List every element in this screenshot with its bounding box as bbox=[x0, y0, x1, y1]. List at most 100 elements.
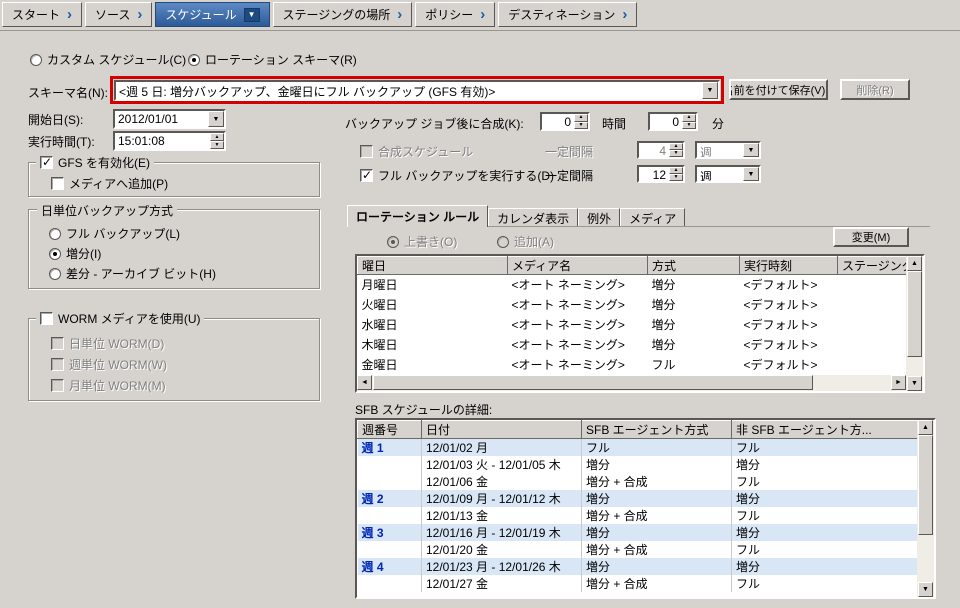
vertical-scrollbar[interactable]: ▲ ▼ bbox=[906, 256, 923, 391]
exec-time-value: 15:01:08 bbox=[115, 133, 210, 149]
start-date-combobox[interactable]: 2012/01/01 ▼ bbox=[113, 109, 226, 129]
full-backup-label: フル バックアップを実行する(D) bbox=[378, 167, 554, 184]
table-row[interactable]: 12/01/13 金増分 + 合成フル bbox=[358, 507, 918, 524]
table-row[interactable]: 週 412/01/23 月 - 12/01/26 木増分増分 bbox=[358, 558, 918, 575]
scroll-down-icon[interactable]: ▼ bbox=[918, 582, 933, 597]
tab-staging-location[interactable]: ステージングの場所 › bbox=[273, 2, 413, 27]
full-backup-checkbox[interactable]: フル バックアップを実行する(D) bbox=[360, 167, 554, 184]
table-row[interactable]: 週 112/01/02 月フルフル bbox=[358, 439, 918, 457]
gfs-enable-checkbox[interactable]: GFS を有効化(E) bbox=[36, 154, 154, 171]
hours-unit-label: 時間 bbox=[602, 115, 626, 132]
checkbox-icon bbox=[40, 156, 53, 169]
scroll-down-icon[interactable]: ▼ bbox=[907, 376, 922, 391]
column-header[interactable]: SFB エージェント方式 bbox=[582, 421, 732, 439]
horizontal-scrollbar[interactable]: ◄ ► bbox=[357, 375, 906, 391]
table-row[interactable]: 水曜日<オート ネーミング>増分<デフォルト> bbox=[358, 315, 907, 335]
schedule-interval-spinner: 4 ▲ ▼ bbox=[637, 141, 685, 159]
append-media-checkbox[interactable]: メディアへ追加(P) bbox=[51, 175, 168, 192]
table-row[interactable]: 火曜日<オート ネーミング>増分<デフォルト> bbox=[358, 295, 907, 315]
table-row[interactable]: 木曜日<オート ネーミング>増分<デフォルト> bbox=[358, 335, 907, 355]
incremental-option-label: 増分(I) bbox=[66, 245, 101, 262]
column-header[interactable]: 非 SFB エージェント方... bbox=[732, 421, 918, 439]
dropdown-arrow-icon[interactable]: ▼ bbox=[743, 167, 759, 181]
full-interval-unit-combobox[interactable]: 週 ▼ bbox=[695, 165, 761, 183]
radio-icon bbox=[49, 248, 61, 260]
spin-down-icon[interactable]: ▼ bbox=[574, 122, 588, 130]
tab-destination[interactable]: デスティネーション › bbox=[498, 2, 637, 27]
tab-media[interactable]: メディア bbox=[620, 208, 685, 227]
rotation-schema-radio[interactable]: ローテーション スキーマ(R) bbox=[188, 51, 357, 68]
full-backup-radio[interactable]: フル バックアップ(L) bbox=[49, 225, 180, 242]
tab-calendar-view[interactable]: カレンダ表示 bbox=[488, 208, 578, 227]
spin-up-icon[interactable]: ▲ bbox=[210, 133, 224, 141]
spin-up-icon[interactable]: ▲ bbox=[574, 114, 588, 122]
column-header[interactable]: 実行時刻 bbox=[740, 257, 838, 275]
tab-label: スタート bbox=[12, 6, 60, 23]
spin-down-icon[interactable]: ▼ bbox=[210, 141, 224, 149]
tab-source[interactable]: ソース › bbox=[85, 2, 152, 27]
scrollbar-thumb[interactable] bbox=[918, 435, 933, 535]
synthesis-schedule-checkbox: 合成スケジュール bbox=[360, 143, 473, 160]
table-row[interactable]: 12/01/06 金増分 + 合成フル bbox=[358, 473, 918, 490]
rotation-rules-list: 曜日 メディア名 方式 実行時刻 ステージング 月曜日<オート ネーミング>増分… bbox=[355, 254, 925, 393]
scroll-up-icon[interactable]: ▲ bbox=[918, 420, 933, 435]
column-header[interactable]: 日付 bbox=[422, 421, 582, 439]
worm-use-checkbox[interactable]: WORM メディアを使用(U) bbox=[36, 310, 204, 327]
dropdown-arrow-icon[interactable]: ▼ bbox=[702, 82, 718, 99]
scrollbar-thumb[interactable] bbox=[907, 271, 922, 357]
scrollbar-thumb[interactable] bbox=[373, 375, 813, 390]
overwrite-radio: 上書き(O) bbox=[387, 233, 457, 250]
table-row[interactable]: 12/01/20 金増分 + 合成フル bbox=[358, 541, 918, 558]
tab-rotation-rules[interactable]: ローテーション ルール bbox=[347, 205, 488, 227]
tab-exceptions[interactable]: 例外 bbox=[578, 208, 620, 227]
scroll-right-icon[interactable]: ► bbox=[891, 375, 906, 390]
spin-up-icon[interactable]: ▲ bbox=[682, 114, 696, 122]
change-button[interactable]: 変更(M) bbox=[833, 227, 909, 247]
exec-time-spinner[interactable]: 15:01:08 ▲ ▼ bbox=[113, 131, 226, 151]
differential-radio[interactable]: 差分 - アーカイブ ビット(H) bbox=[49, 265, 216, 282]
incremental-radio[interactable]: 増分(I) bbox=[49, 245, 101, 262]
column-header[interactable]: 方式 bbox=[648, 257, 740, 275]
tab-label: ポリシー bbox=[425, 6, 473, 23]
schema-name-combobox[interactable]: <週 5 日: 増分バックアップ、金曜日にフル バックアップ (GFS 有効)>… bbox=[114, 80, 720, 101]
vertical-scrollbar[interactable]: ▲ ▼ bbox=[917, 420, 934, 597]
spin-down-icon[interactable]: ▼ bbox=[669, 174, 683, 181]
spin-down-icon[interactable]: ▼ bbox=[682, 122, 696, 130]
table-row[interactable]: 週 312/01/16 月 - 12/01/19 木増分増分 bbox=[358, 524, 918, 541]
synthesize-hours-spinner[interactable]: 0 ▲ ▼ bbox=[540, 112, 590, 131]
table-row[interactable]: 月曜日<オート ネーミング>増分<デフォルト> bbox=[358, 275, 907, 295]
schedule-interval-unit: 週 bbox=[697, 143, 743, 157]
scroll-up-icon[interactable]: ▲ bbox=[907, 256, 922, 271]
worm-daily-label: 日単位 WORM(D) bbox=[69, 335, 164, 352]
worm-group: WORM メディアを使用(U) 日単位 WORM(D) 週単位 WORM(W) … bbox=[28, 318, 320, 401]
synthesize-after-job-label: バックアップ ジョブ後に合成(K): bbox=[345, 115, 524, 132]
spin-up-icon[interactable]: ▲ bbox=[669, 167, 683, 174]
scroll-left-icon[interactable]: ◄ bbox=[357, 375, 372, 390]
arrow-right-icon: › bbox=[480, 10, 485, 20]
worm-use-label: WORM メディアを使用(U) bbox=[58, 310, 200, 327]
column-header[interactable]: 週番号 bbox=[358, 421, 422, 439]
radio-icon bbox=[387, 236, 399, 248]
tab-start[interactable]: スタート › bbox=[2, 2, 82, 27]
column-header[interactable]: 曜日 bbox=[358, 257, 508, 275]
table-row[interactable]: 金曜日<オート ネーミング>フル<デフォルト> bbox=[358, 355, 907, 375]
column-header[interactable]: ステージング bbox=[838, 257, 907, 275]
spin-down-icon: ▼ bbox=[669, 150, 683, 157]
custom-schedule-radio[interactable]: カスタム スケジュール(C) bbox=[30, 51, 186, 68]
synthesize-minutes-spinner[interactable]: 0 ▲ ▼ bbox=[648, 112, 698, 131]
save-as-button[interactable]: 名前を付けて保存(V)... bbox=[729, 79, 828, 100]
full-interval-spinner[interactable]: 12 ▲ ▼ bbox=[637, 165, 685, 183]
rotation-tab-strip: ローテーション ルール カレンダ表示 例外 メディア bbox=[347, 205, 685, 227]
radio-icon bbox=[49, 268, 61, 280]
table-row[interactable]: 週 212/01/09 月 - 12/01/12 木増分増分 bbox=[358, 490, 918, 507]
schema-name-value: <週 5 日: 増分バックアップ、金曜日にフル バックアップ (GFS 有効)> bbox=[116, 82, 702, 99]
arrow-right-icon: › bbox=[67, 10, 72, 20]
table-row[interactable]: 12/01/03 火 - 12/01/05 木増分増分 bbox=[358, 456, 918, 473]
minutes-value: 0 bbox=[650, 114, 682, 129]
tab-schedule[interactable]: スケジュール ▼ bbox=[155, 2, 269, 27]
full-interval-unit: 週 bbox=[697, 167, 743, 181]
dropdown-arrow-icon[interactable]: ▼ bbox=[208, 111, 224, 127]
tab-policy[interactable]: ポリシー › bbox=[415, 2, 495, 27]
column-header[interactable]: メディア名 bbox=[508, 257, 648, 275]
table-row[interactable]: 12/01/27 金増分 + 合成フル bbox=[358, 575, 918, 592]
